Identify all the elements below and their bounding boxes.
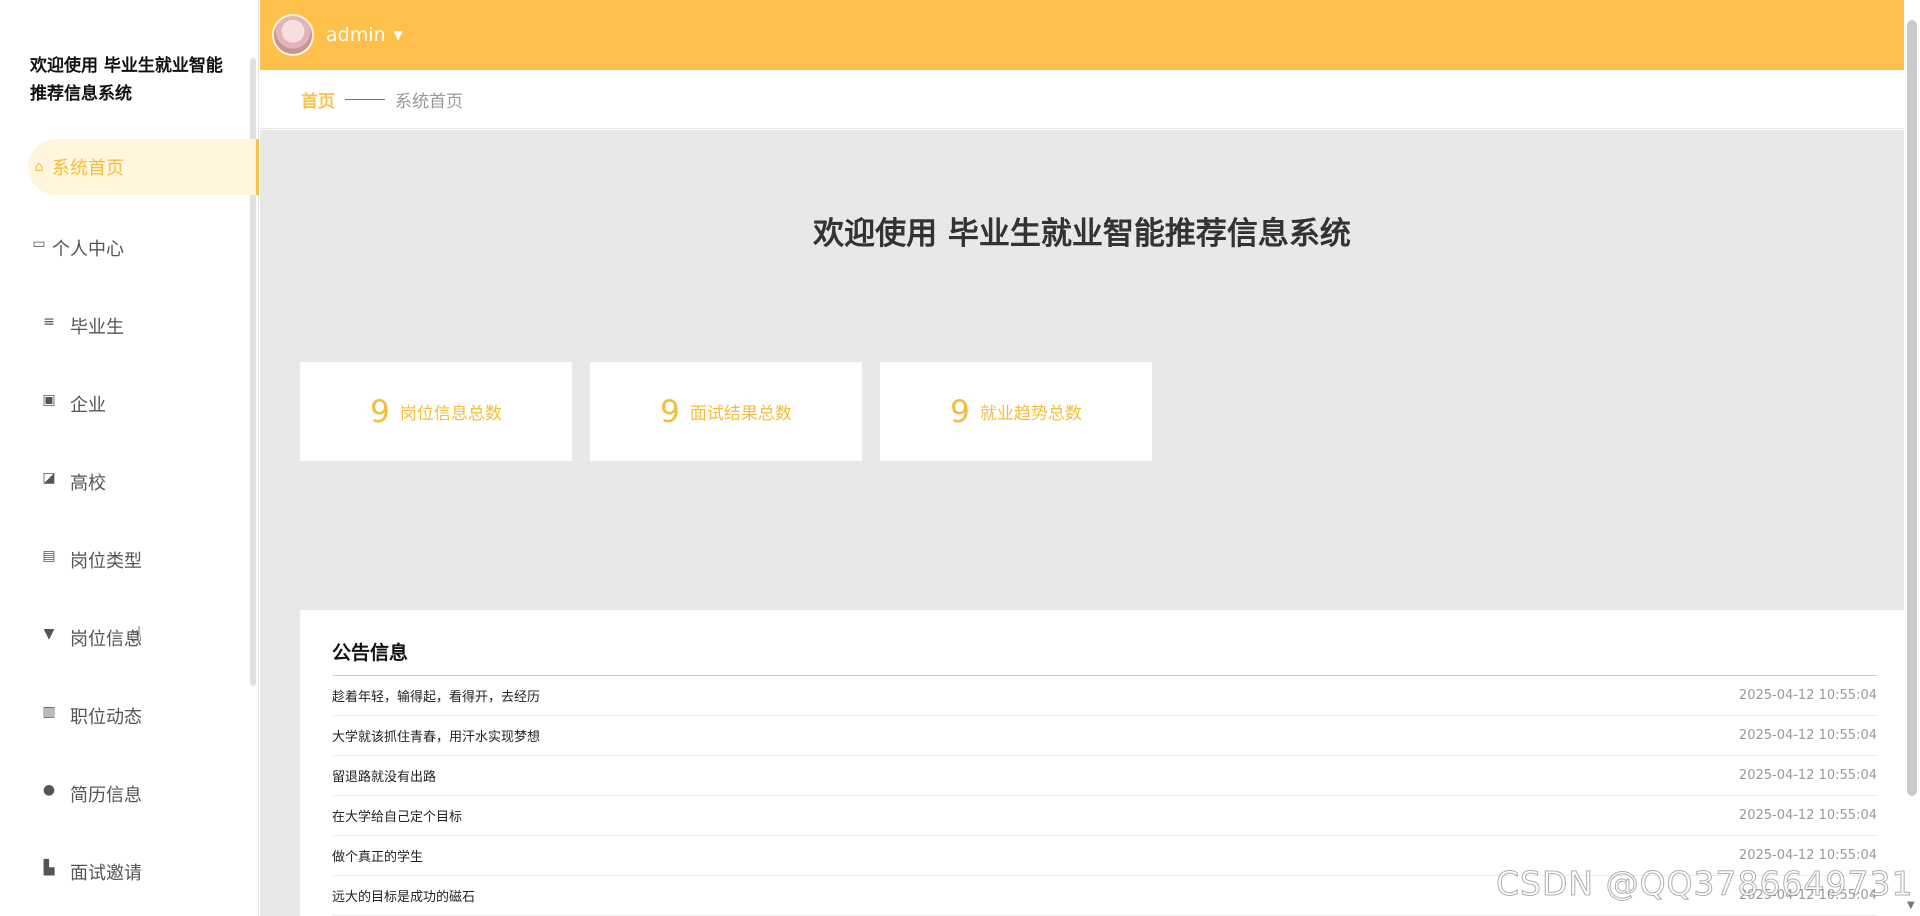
app-brand: 欢迎使用 毕业生就业智能推荐信息系统 bbox=[30, 56, 223, 104]
notice-date: 2025-04-12 10:55:04 bbox=[1738, 768, 1877, 783]
breadcrumb-separator bbox=[345, 98, 385, 100]
sidebar-item-profile[interactable]: ▭ 个人中心 bbox=[0, 217, 259, 295]
clipboard-check-icon: ▤ bbox=[42, 548, 56, 564]
sidebar-item-resumes[interactable]: ● 简历信息 bbox=[0, 763, 259, 841]
sidebar-item-label: 企业 bbox=[70, 395, 106, 416]
stat-value: 9 bbox=[660, 393, 680, 430]
main-content: 欢迎使用 毕业生就业智能推荐信息系统 9 岗位信息总数 9 面试结果总数 9 就… bbox=[260, 130, 1908, 916]
sidebar-item-label: 职位动态 bbox=[70, 707, 142, 728]
avatar[interactable] bbox=[272, 14, 314, 56]
notice-date: 2025-04-12 10:55:04 bbox=[1738, 728, 1877, 743]
stat-label: 就业趋势总数 bbox=[979, 404, 1082, 424]
username: admin bbox=[326, 24, 386, 46]
notice-text: 远大的目标是成功的磁石 bbox=[332, 890, 476, 905]
breadcrumb-home[interactable]: 首页 bbox=[301, 87, 335, 112]
stat-card-employment-trends[interactable]: 9 就业趋势总数 bbox=[880, 362, 1152, 461]
chart-icon: ◪ bbox=[42, 470, 56, 486]
list-item[interactable]: 趁着年轻，输得起，看得开，去经历 2025-04-12 10:55:04 bbox=[332, 676, 1877, 716]
caret-down-icon: ▼ bbox=[393, 28, 403, 42]
list-item[interactable]: 留退路就没有出路 2025-04-12 10:55:04 bbox=[332, 756, 1877, 796]
page-scrollbar[interactable]: ▼ bbox=[1904, 0, 1920, 916]
sidebar-item-home[interactable]: ⌂ 系统首页 bbox=[28, 139, 259, 195]
brush-icon: ▼ bbox=[43, 626, 55, 642]
stat-value: 9 bbox=[370, 393, 390, 430]
stat-value: 9 bbox=[950, 393, 970, 430]
stat-label: 岗位信息总数 bbox=[399, 404, 502, 424]
user-menu[interactable]: admin ▼ bbox=[326, 24, 403, 46]
sidebar: 欢迎使用 毕业生就业智能推荐信息系统 ⌂ 系统首页 ▭ 个人中心 ≡ 毕业生 ▣… bbox=[0, 0, 259, 916]
sidebar-item-job-types[interactable]: ▤ 岗位类型 bbox=[0, 529, 259, 607]
breadcrumb-current: 系统首页 bbox=[395, 91, 463, 112]
clipboard-icon: ▣ bbox=[42, 392, 56, 408]
notice-text: 做个真正的学生 bbox=[332, 850, 424, 865]
sidebar-item-label: 面试邀请 bbox=[70, 863, 142, 884]
notice-text: 留退路就没有出路 bbox=[332, 770, 437, 785]
notice-text: 大学就该抓住青春，用汗水实现梦想 bbox=[332, 730, 541, 745]
list-item[interactable]: 大学就该抓住青春，用汗水实现梦想 2025-04-12 10:55:04 bbox=[332, 716, 1877, 756]
stat-card-job-info[interactable]: 9 岗位信息总数 bbox=[300, 362, 572, 461]
breadcrumb: 首页 系统首页 bbox=[260, 70, 1904, 129]
bulb-icon: ● bbox=[42, 782, 56, 798]
sidebar-item-interviews[interactable]: ▙ 面试邀请 bbox=[0, 841, 259, 916]
menu-lines-icon: ≡ bbox=[43, 314, 55, 330]
sidebar-item-job-info[interactable]: ▼ 岗位信息 bbox=[0, 607, 259, 685]
sidebar-item-label: 高校 bbox=[70, 473, 106, 494]
id-card-icon: ▭ bbox=[32, 236, 46, 252]
sidebar-item-job-news[interactable]: ▥ 职位动态 bbox=[0, 685, 259, 763]
sidebar-item-graduates[interactable]: ≡ 毕业生 bbox=[0, 295, 259, 373]
sidebar-item-universities[interactable]: ◪ 高校 bbox=[0, 451, 259, 529]
notice-text: 趁着年轻，输得起，看得开，去经历 bbox=[332, 690, 541, 705]
notice-date: 2025-04-12 10:55:04 bbox=[1738, 808, 1877, 823]
sidebar-item-label: 个人中心 bbox=[52, 239, 124, 260]
hand-cursor-icon: ☝ bbox=[130, 622, 143, 646]
sidebar-item-label: 岗位类型 bbox=[70, 551, 142, 572]
notice-date: 2025-04-12 10:55:04 bbox=[1738, 688, 1877, 703]
sidebar-item-label: 系统首页 bbox=[52, 158, 124, 179]
stat-card-interview-results[interactable]: 9 面试结果总数 bbox=[590, 362, 862, 461]
bar-chart-icon: ▥ bbox=[42, 704, 56, 720]
welcome-heading: 欢迎使用 毕业生就业智能推荐信息系统 bbox=[813, 216, 1351, 252]
top-bar: admin ▼ bbox=[260, 0, 1904, 70]
watermark: CSDN @QQ3786649731 bbox=[1495, 864, 1914, 904]
notice-title: 公告信息 bbox=[332, 638, 1877, 676]
scrollbar-thumb[interactable] bbox=[1907, 20, 1917, 796]
home-icon: ⌂ bbox=[34, 159, 44, 175]
list-item[interactable]: 在大学给自己定个目标 2025-04-12 10:55:04 bbox=[332, 796, 1877, 836]
sidebar-menu: ⌂ 系统首页 ▭ 个人中心 ≡ 毕业生 ▣ 企业 ◪ 高校 ▤ 岗位类型 ▼ 岗… bbox=[0, 139, 259, 916]
stat-label: 面试结果总数 bbox=[689, 404, 792, 424]
notice-text: 在大学给自己定个目标 bbox=[332, 810, 463, 825]
sidebar-item-label: 简历信息 bbox=[70, 785, 142, 806]
books-icon: ▙ bbox=[43, 860, 55, 876]
sidebar-item-companies[interactable]: ▣ 企业 bbox=[0, 373, 259, 451]
notice-date: 2025-04-12 10:55:04 bbox=[1738, 848, 1877, 863]
sidebar-item-label: 毕业生 bbox=[70, 317, 124, 338]
